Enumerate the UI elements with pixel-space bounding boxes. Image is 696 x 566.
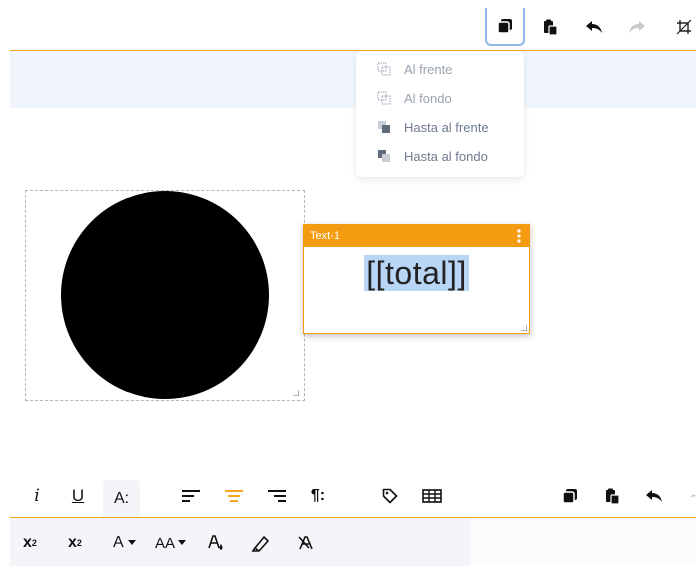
arrange-button[interactable]	[485, 8, 525, 46]
align-center-button[interactable]	[223, 480, 245, 512]
text-element-header[interactable]: Text-1	[304, 225, 529, 247]
superscript-mark: 2	[76, 538, 82, 548]
menu-item-bring-to-front[interactable]: Hasta al frente	[356, 113, 524, 142]
align-left-button[interactable]	[180, 480, 202, 512]
table-button[interactable]	[420, 480, 444, 512]
highlighter-button[interactable]	[251, 530, 271, 556]
menu-item-label: Hasta al fondo	[404, 149, 488, 164]
menu-item-send-backward[interactable]: Al fondo	[356, 84, 524, 113]
copy-style-button[interactable]	[560, 480, 580, 512]
underline-label: U	[71, 486, 85, 505]
paste-button[interactable]	[530, 8, 570, 46]
superscript-button[interactable]: x2	[68, 530, 82, 556]
arrange-menu: Al frente Al fondo Hasta al frente Hasta…	[356, 51, 524, 177]
font-color-button[interactable]: A	[113, 530, 136, 556]
menu-item-label: Al frente	[404, 62, 453, 77]
text-element[interactable]: Text-1 [[total]]	[303, 224, 530, 334]
menu-item-label: Al fondo	[404, 91, 452, 106]
circle-shape[interactable]	[61, 191, 269, 399]
align-left-icon	[182, 490, 200, 502]
undo-button[interactable]	[574, 8, 614, 46]
underline-button[interactable]: U	[67, 480, 89, 512]
subscript-base: x	[23, 534, 32, 551]
tag-icon	[382, 488, 398, 504]
caret-down-icon	[178, 540, 187, 545]
paste-icon	[544, 19, 558, 35]
redo-button[interactable]	[617, 8, 657, 46]
fill-color-button[interactable]	[207, 530, 225, 556]
kebab-menu-icon[interactable]	[517, 229, 521, 243]
copy-style-icon	[497, 19, 512, 34]
align-right-icon	[268, 490, 286, 502]
redo-button-bottom[interactable]	[684, 480, 696, 512]
menu-item-label: Hasta al frente	[404, 120, 489, 135]
undo-icon	[586, 21, 602, 33]
font-size-button[interactable]: A:	[103, 480, 140, 518]
table-icon	[422, 489, 442, 503]
text-case-button[interactable]: AA	[155, 530, 187, 556]
resize-handle-icon[interactable]	[293, 390, 299, 396]
crop-button[interactable]	[664, 8, 696, 46]
menu-item-bring-forward[interactable]: Al frente	[356, 55, 524, 84]
undo-icon	[646, 490, 662, 502]
undo-button-bottom[interactable]	[643, 480, 665, 512]
paste-button-bottom[interactable]	[602, 480, 622, 512]
subscript-button[interactable]: x2	[23, 530, 37, 556]
highlighter-icon	[251, 536, 269, 552]
align-right-button[interactable]	[266, 480, 288, 512]
italic-button[interactable]: i	[27, 480, 47, 512]
caret-down-icon	[127, 540, 136, 545]
subscript-mark: 2	[31, 538, 37, 548]
text-case-label: AA	[155, 534, 176, 552]
top-toolbar	[0, 0, 696, 50]
selected-text[interactable]: [[total]]	[364, 255, 469, 291]
superscript-base: x	[68, 534, 77, 551]
resize-handle-icon[interactable]	[521, 325, 527, 331]
bring-to-front-icon	[378, 121, 390, 133]
redo-icon	[629, 21, 645, 33]
send-to-back-icon	[378, 150, 390, 162]
copy-style-icon	[562, 489, 577, 504]
toolbar-band	[10, 51, 696, 108]
font-color-label: A	[113, 534, 124, 551]
menu-item-send-to-back[interactable]: Hasta al fondo	[356, 142, 524, 171]
paste-icon	[606, 488, 620, 504]
send-backward-icon	[377, 91, 391, 105]
text-element-name: Text-1	[310, 230, 340, 242]
clear-format-icon	[298, 536, 313, 550]
font-size-label: A:	[113, 490, 130, 507]
tag-button[interactable]	[380, 480, 400, 512]
clear-format-button[interactable]	[297, 530, 315, 556]
crop-icon	[676, 19, 692, 35]
text-element-content[interactable]: [[total]]	[304, 255, 529, 292]
redo-icon	[690, 494, 696, 498]
paragraph-button[interactable]: ¶:	[306, 480, 330, 512]
paragraph-label: ¶:	[310, 487, 326, 504]
fill-color-icon	[208, 535, 223, 550]
align-center-icon	[225, 490, 243, 502]
bring-forward-icon	[377, 62, 391, 76]
toolbar-row2-filler	[470, 518, 696, 566]
italic-label: i	[34, 486, 40, 506]
